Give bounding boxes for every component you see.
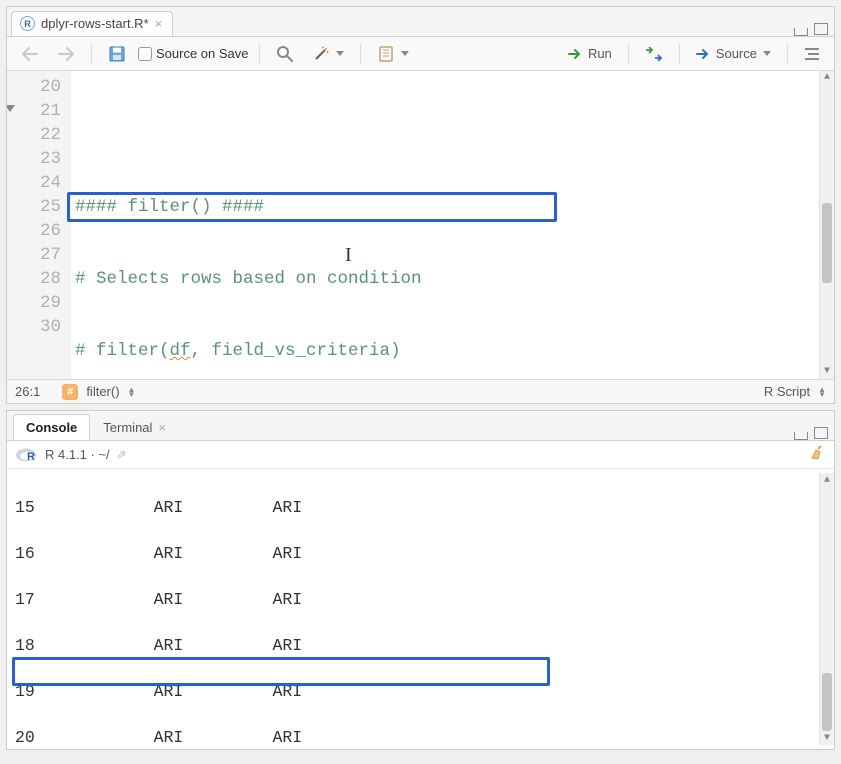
tab-console-label: Console <box>26 420 77 435</box>
scroll-up-arrow[interactable]: ▲ <box>820 71 834 85</box>
outline-button[interactable] <box>798 44 826 64</box>
tab-terminal-label: Terminal <box>103 420 152 435</box>
section-name[interactable]: filter() <box>86 384 119 399</box>
close-icon[interactable]: × <box>155 16 163 31</box>
scroll-thumb[interactable] <box>822 203 832 283</box>
code-editor[interactable]: 20 21 22 23 24 25 26 27 28 29 30 #### fi… <box>7 71 834 379</box>
console-tabbar: Console Terminal × <box>7 411 834 441</box>
run-label: Run <box>588 46 612 61</box>
r-version-info: R 4.1.1 · ~/ <box>45 447 110 462</box>
save-button[interactable] <box>102 42 132 66</box>
nav-back-button[interactable] <box>15 44 45 64</box>
maximize-icon[interactable] <box>814 427 828 439</box>
code-line: # Selects rows based on condition <box>75 267 819 291</box>
cursor-position: 26:1 <box>15 384 40 399</box>
console-row: 15 ARI ARI <box>15 496 819 519</box>
r-file-icon: R <box>20 16 35 31</box>
source-label: Source <box>716 46 757 61</box>
scroll-thumb[interactable] <box>822 673 832 731</box>
run-button[interactable]: Run <box>562 43 618 64</box>
fold-arrow-icon[interactable] <box>7 105 15 112</box>
console-info-bar: R R 4.1.1 · ~/ ⇗ <box>7 441 834 469</box>
editor-window-controls <box>794 22 834 36</box>
console-window-controls <box>794 426 834 440</box>
console-scrollbar[interactable]: ▲ ▼ <box>819 473 834 745</box>
clear-console-icon[interactable] <box>808 444 826 465</box>
wand-button[interactable] <box>306 42 350 66</box>
r-logo-icon: R <box>15 447 39 463</box>
maximize-icon[interactable] <box>814 23 828 35</box>
source-on-save-label: Source on Save <box>156 46 249 61</box>
console-row: 17 ARI ARI <box>15 588 819 611</box>
find-button[interactable] <box>270 42 300 66</box>
collapse-icon[interactable] <box>794 28 808 36</box>
code-content[interactable]: #### filter() #### # Selects rows based … <box>71 71 819 379</box>
console-row: 20 ARI ARI <box>15 726 819 749</box>
console-output[interactable]: 15 ARI ARI 16 ARI ARI 17 ARI ARI 18 ARI … <box>7 469 834 749</box>
rerun-button[interactable] <box>639 44 669 64</box>
editor-tab[interactable]: R dplyr-rows-start.R* × <box>11 11 173 36</box>
popout-icon[interactable]: ⇗ <box>116 447 127 463</box>
editor-tabbar: R dplyr-rows-start.R* × <box>7 7 834 37</box>
editor-toolbar: Source on Save Run Source <box>7 37 834 71</box>
editor-statusbar: 26:1 # filter() ▲▼ R Script ▲▼ <box>7 379 834 403</box>
code-line <box>75 123 819 147</box>
console-panel: Console Terminal × R R 4.1.1 · ~/ ⇗ 15 A… <box>6 410 835 750</box>
editor-scrollbar[interactable]: ▲ ▼ <box>819 71 834 379</box>
editor-tab-title: dplyr-rows-start.R* <box>41 16 149 31</box>
text-cursor-icon: I <box>345 243 352 267</box>
code-line: # filter(df, field_vs_criteria) <box>75 339 819 363</box>
source-on-save-checkbox[interactable]: Source on Save <box>138 46 249 61</box>
language-mode-caret[interactable]: ▲▼ <box>818 387 826 397</box>
console-row: 19 ARI ARI <box>15 680 819 703</box>
tab-console[interactable]: Console <box>13 414 90 440</box>
scroll-up-arrow[interactable]: ▲ <box>820 473 834 487</box>
console-row: 18 ARI ARI <box>15 634 819 657</box>
notebook-button[interactable] <box>371 42 415 66</box>
close-icon[interactable]: × <box>158 420 166 435</box>
collapse-icon[interactable] <box>794 432 808 440</box>
scroll-down-arrow[interactable]: ▼ <box>820 365 834 379</box>
code-line: #### filter() #### <box>75 195 819 219</box>
section-nav-icon[interactable]: ▲▼ <box>128 387 136 397</box>
scroll-down-arrow[interactable]: ▼ <box>820 731 834 745</box>
language-mode[interactable]: R Script <box>764 384 810 399</box>
editor-panel: R dplyr-rows-start.R* × Source on Save <box>6 6 835 404</box>
console-row: 16 ARI ARI <box>15 542 819 565</box>
tab-terminal[interactable]: Terminal × <box>90 414 179 440</box>
line-gutter: 20 21 22 23 24 25 26 27 28 29 30 <box>7 71 71 379</box>
source-button[interactable]: Source <box>690 43 777 64</box>
nav-forward-button[interactable] <box>51 44 81 64</box>
svg-text:R: R <box>27 451 35 463</box>
section-badge-icon: # <box>62 384 78 400</box>
